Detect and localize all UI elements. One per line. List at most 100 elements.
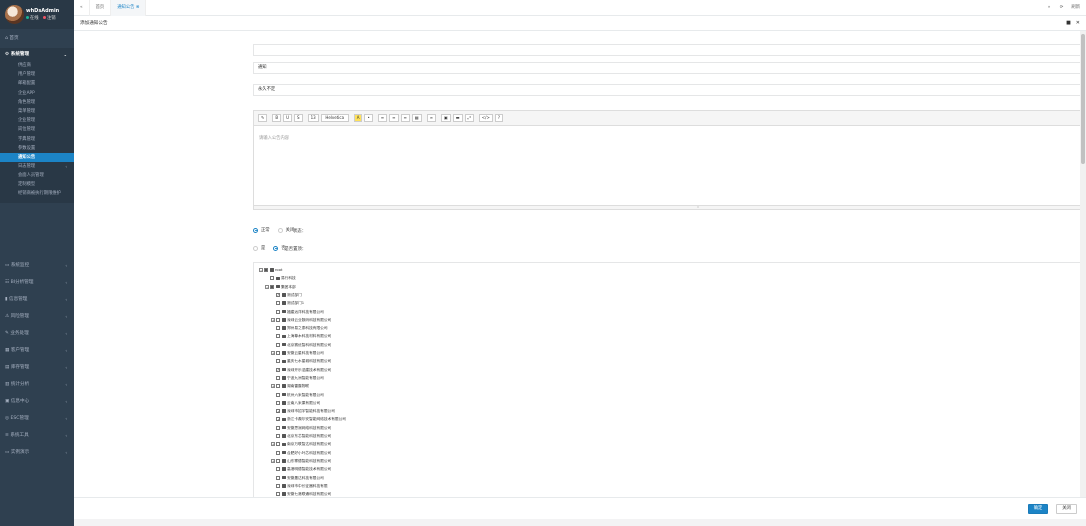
scrollbar-thumb[interactable] [1081, 34, 1085, 164]
title-input[interactable] [253, 44, 1080, 56]
toolbar-button-5[interactable]: Helvetica [320, 114, 349, 122]
tree-checkbox[interactable] [276, 409, 280, 415]
tree-node[interactable]: 宁波九洲智能有限公司 [271, 375, 324, 381]
tree-toggle-icon[interactable]: − [259, 268, 263, 272]
toolbar-button-15[interactable]: ⤢ [464, 114, 474, 122]
tab-notice[interactable]: 通知公告 ⊗ [111, 0, 147, 16]
maximize-icon[interactable]: ■ [1066, 20, 1071, 26]
toolbar-button-6[interactable]: A [353, 114, 363, 122]
range-select[interactable]: 永久不定⌄ [253, 84, 1080, 96]
tree-node[interactable]: 重庆七水星城科技有限公司 [271, 358, 331, 364]
tab-home[interactable]: 首页 [90, 0, 112, 16]
menu-group-2[interactable]: ▮ 信息管理 ‹ [0, 293, 74, 306]
avatar[interactable] [5, 5, 24, 24]
menu-group-8[interactable]: ▣ 信息中心 ‹ [0, 395, 74, 408]
status-normal-radio[interactable] [253, 227, 258, 233]
tree-node[interactable]: 北京东芯智能科技有限公司 [271, 433, 331, 439]
toolbar-button-13[interactable]: ▣ [441, 114, 451, 122]
sidebar-item-10[interactable]: 通知公告 [0, 152, 74, 163]
tree-node[interactable]: + 深圳云业数码科技有限公司 [271, 317, 331, 323]
tree-checkbox[interactable] [276, 392, 280, 397]
tree-checkbox[interactable] [276, 317, 280, 322]
toolbar-button-9[interactable]: ≡ [389, 114, 399, 122]
menu-group-6[interactable]: ▤ 库存管理 ‹ [0, 361, 74, 374]
menu-group-3[interactable]: ⚠ 风险管理 ‹ [0, 310, 74, 323]
sidebar-item-0[interactable]: 供应商 [0, 61, 74, 70]
tree-node[interactable]: 深圳市中长征器科技有限 [271, 483, 328, 489]
tree-node[interactable]: + 南京万联智达科技有限公司 [271, 441, 331, 447]
tree-node[interactable]: + 山东寨德智能科技有限公司 [271, 458, 331, 464]
tree-checkbox[interactable] [270, 284, 274, 289]
tree-toggle-icon[interactable]: − [265, 284, 269, 289]
tree-node[interactable]: 深圳开乐滔建技术有限公司 [271, 367, 331, 373]
tree-checkbox[interactable] [276, 400, 280, 405]
tree-checkbox[interactable] [276, 384, 280, 389]
logout-link[interactable]: 注销 [47, 16, 56, 21]
tree-node[interactable]: 高港明德智能技术有限公司 [271, 466, 331, 472]
close-icon[interactable]: ✕ [1076, 20, 1080, 26]
confirm-button[interactable]: 确定 [1028, 504, 1048, 514]
menu-group-10[interactable]: ≡ 系统工具 ‹ [0, 429, 74, 442]
toolbar-button-17[interactable]: ? [494, 114, 503, 122]
type-select[interactable]: 通知⌄ [253, 62, 1080, 74]
toolbar-button-14[interactable]: ▬ [452, 114, 463, 122]
sidebar-item-14[interactable]: 经销商被执行期限维护 [0, 190, 74, 203]
menu-home[interactable]: ⌂ 首页 [0, 32, 74, 45]
tree-checkbox[interactable] [276, 475, 280, 480]
menu-group-7[interactable]: ▥ 统计分析 ‹ [0, 378, 74, 391]
sidebar-item-6[interactable]: 企业管理 [0, 116, 74, 125]
top-no-radio[interactable] [273, 245, 279, 251]
tree-checkbox[interactable] [276, 425, 280, 430]
tree-checkbox[interactable] [276, 359, 280, 364]
sidebar-item-2[interactable]: 邮箱配置 [0, 79, 74, 88]
tab-scroll-left[interactable]: « [74, 0, 90, 16]
tree-checkbox[interactable] [264, 268, 268, 272]
sidebar-item-12[interactable]: 会面人员管理 [0, 171, 74, 180]
tree-checkbox[interactable] [276, 417, 280, 423]
form-scrollbar[interactable] [1080, 31, 1086, 497]
refresh-button[interactable]: ⟳ 刷新 [1060, 5, 1080, 10]
close-icon[interactable]: ⊗ [136, 5, 140, 10]
tree-node[interactable]: 安徽墨达科技有限公司 [271, 475, 324, 481]
tree-checkbox[interactable] [276, 367, 280, 373]
menu-group-9[interactable]: ◎ ESC管理 ‹ [0, 412, 74, 425]
sidebar-item-8[interactable]: 字典管理 [0, 135, 74, 144]
tree-checkbox[interactable] [276, 467, 280, 472]
tree-node[interactable]: 上海尊木科技材料有限公司 [271, 333, 331, 339]
sidebar-item-3[interactable]: 企业APP [0, 89, 74, 98]
tree-node[interactable]: 浙江卡鼎尔安智能网络技术有限公司 [271, 416, 346, 423]
menu-group-5[interactable]: ▦ 客户管理 ‹ [0, 344, 74, 357]
sidebar-item-7[interactable]: 岗位管理 [0, 125, 74, 134]
tree-node[interactable]: 北京赛优智科科技有限公司 [271, 342, 331, 348]
toolbar-button-0[interactable]: ✎ [258, 114, 268, 122]
toolbar-button-1[interactable]: B [272, 114, 282, 122]
tree-checkbox[interactable] [276, 483, 280, 488]
sidebar-item-5[interactable]: 菜单管理 [0, 107, 74, 116]
tree-checkbox[interactable] [276, 458, 280, 463]
tree-checkbox[interactable] [276, 434, 280, 438]
tree-checkbox[interactable] [276, 334, 280, 339]
tree-checkbox[interactable] [276, 326, 280, 331]
toolbar-button-7[interactable]: • [364, 114, 373, 122]
tree-node[interactable]: − root [259, 267, 282, 273]
tree-node[interactable]: 深圳市招宇智能科技有限公司 [271, 408, 335, 415]
toolbar-button-12[interactable]: ∞ [426, 114, 436, 122]
tree-node[interactable]: 测试部门1 [271, 300, 304, 306]
tree-toggle-icon[interactable]: + [271, 317, 275, 322]
sidebar-item-13[interactable]: 定制模型 [0, 180, 74, 189]
tree-node[interactable]: 郑州易之泰科技有限公司 [271, 325, 328, 331]
tree-node[interactable]: 杭州六米智能有限公司 [271, 392, 324, 398]
rich-text-editor[interactable]: ✎ B U S 13 Helvetica A • ≡ ≡ ≡ ▦ ∞ ▣ ▬ ⤢ </>? 请输入公告内容 ═ [253, 110, 1080, 210]
sidebar-item-1[interactable]: 用户管理 [0, 70, 74, 79]
tree-checkbox[interactable] [276, 309, 280, 314]
menu-group-1[interactable]: ☷ BI分析管理 ‹ [0, 276, 74, 289]
toolbar-button-10[interactable]: ≡ [400, 114, 410, 122]
top-yes-radio[interactable] [253, 245, 258, 251]
tree-toggle-icon[interactable]: + [271, 458, 275, 463]
sidebar-item-11[interactable]: 日志管理 ‹ [0, 162, 74, 171]
tree-checkbox[interactable] [276, 292, 280, 298]
tree-node[interactable]: 易行科技 [265, 275, 296, 281]
toolbar-button-11[interactable]: ▦ [411, 114, 422, 122]
tree-checkbox[interactable] [276, 342, 280, 347]
tree-node[interactable]: 合肥好小叶芯科技有限公司 [271, 450, 331, 456]
